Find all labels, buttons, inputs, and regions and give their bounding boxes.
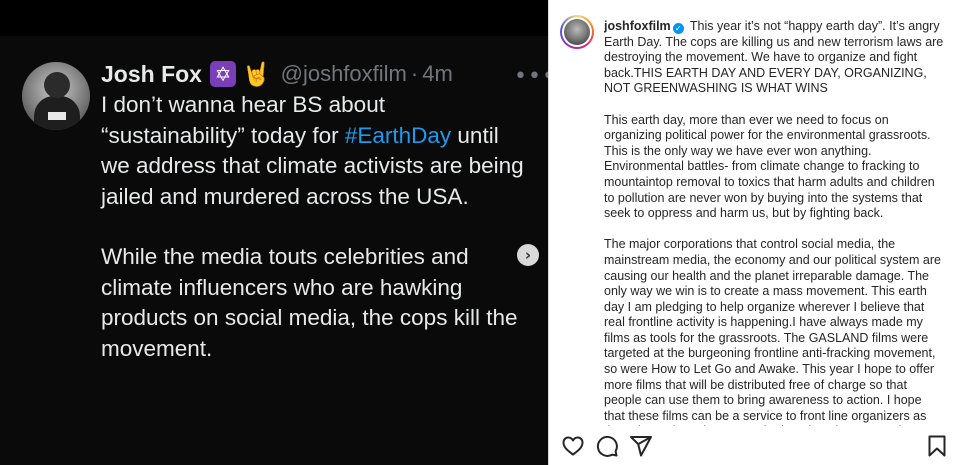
verified-badge-icon: ✓ (672, 23, 684, 34)
tweet-header: Josh Fox ✡ 🤘 @joshfoxfilm · 4m (101, 58, 453, 90)
bookmark-icon[interactable] (925, 434, 949, 458)
more-options-icon: ••• (514, 64, 548, 89)
tweet-avatar (22, 62, 90, 130)
post-media[interactable]: Josh Fox ✡ 🤘 @joshfoxfilm · 4m ••• I don… (0, 0, 548, 465)
post-sidebar: joshfoxfilm ✓ This year it’s not “happy e… (548, 0, 960, 465)
heart-icon[interactable] (561, 434, 585, 458)
tweet-separator: · (410, 61, 419, 86)
caption-paragraph-3: The major corporations that control soci… (604, 237, 941, 426)
tweet-timestamp: 4m (422, 61, 453, 86)
tweet-paragraph-1: I don’t wanna hear BS about “sustainabil… (101, 92, 524, 209)
tweet-paragraph-2: While the media touts celebrities and cl… (101, 244, 518, 361)
tweet-text: I don’t wanna hear BS about “sustainabil… (101, 90, 531, 364)
rock-hand-icon: 🤘 (241, 61, 271, 88)
tweet-handle: @joshfoxfilm (280, 61, 407, 86)
share-icon[interactable] (629, 434, 653, 458)
caption-paragraph-2: This earth day, more than ever we need t… (604, 112, 935, 221)
comment-icon[interactable] (595, 434, 619, 458)
next-slide-button[interactable]: › (517, 244, 539, 266)
tweet-author-name: Josh Fox (101, 60, 202, 87)
username-link[interactable]: joshfoxfilm (604, 19, 671, 33)
tweet-screenshot: Josh Fox ✡ 🤘 @joshfoxfilm · 4m ••• I don… (0, 0, 548, 465)
user-avatar[interactable] (560, 15, 594, 49)
action-bar (549, 426, 960, 465)
hashtag-link: #EarthDay (344, 122, 452, 148)
post-caption: joshfoxfilm ✓ This year it’s not “happy e… (604, 19, 944, 426)
star-of-david-icon: ✡ (209, 61, 236, 87)
